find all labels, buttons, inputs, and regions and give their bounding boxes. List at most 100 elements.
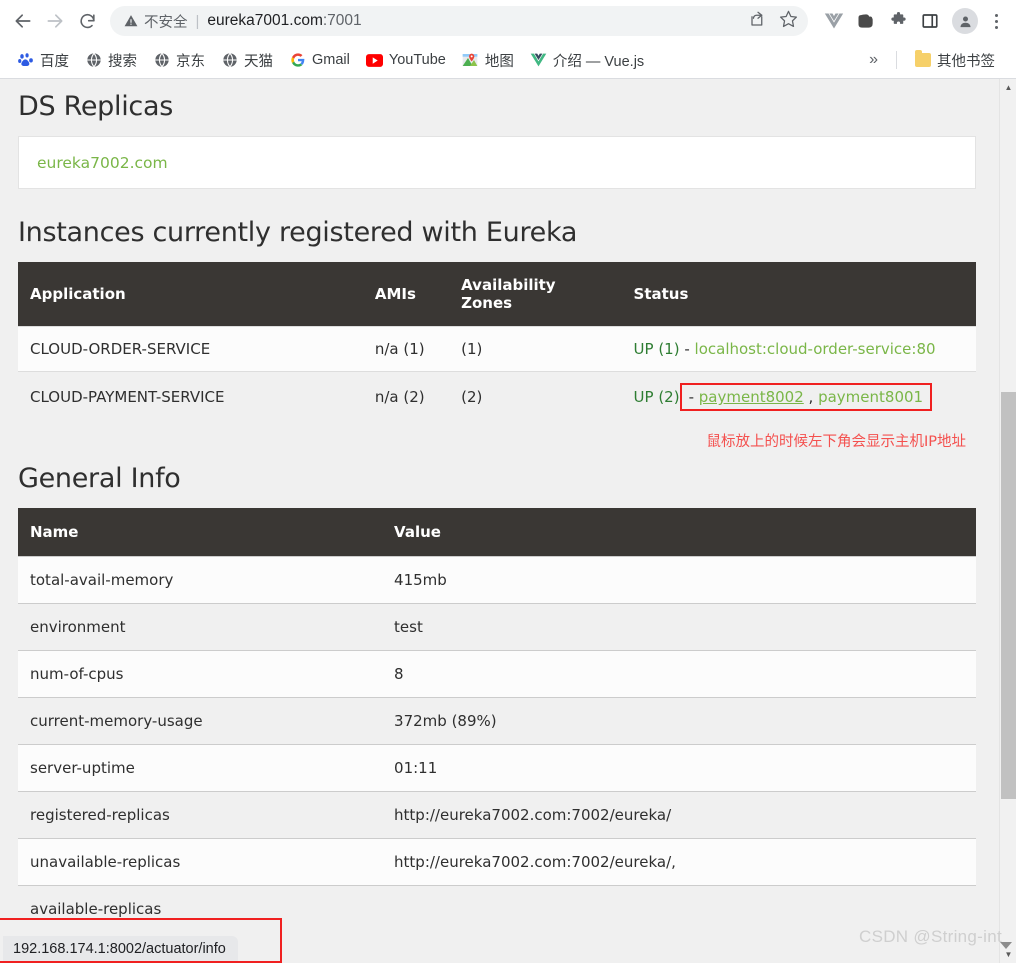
general-info-table: Name Value total-avail-memory 415mb envi… [18, 508, 976, 932]
table-row: environment test [18, 603, 976, 651]
reload-button[interactable] [72, 6, 102, 36]
bookmark-gmail[interactable]: Gmail [282, 48, 357, 73]
folder-icon [914, 50, 931, 69]
bookmark-label: Gmail [312, 52, 350, 68]
bookmark-jingdong[interactable]: 京东 [146, 46, 212, 75]
instance-link[interactable]: localhost:cloud-order-service:80 [695, 340, 936, 358]
status-up-count: UP (1) [633, 340, 680, 358]
globe-icon [153, 52, 170, 69]
scrollbar-thumb[interactable] [1001, 392, 1016, 799]
omnibox-actions [739, 9, 798, 33]
three-dots-menu-icon[interactable] [984, 7, 1008, 35]
table-row: registered-replicas http://eureka7002.co… [18, 791, 976, 839]
url-host: eureka7001.com [207, 12, 323, 29]
address-bar-url: eureka7001.com:7001 [207, 12, 361, 30]
bookmarks-bar: 百度 搜索 京东 天猫 Gmail YouTube 地图 介绍 — Vue.js… [0, 42, 1016, 78]
other-bookmarks-folder[interactable]: 其他书签 [907, 46, 1002, 75]
gmail-icon [289, 52, 306, 69]
puzzle-extensions-icon[interactable] [884, 7, 912, 35]
watermark-caret-icon [1000, 942, 1012, 949]
bookmark-label: YouTube [388, 52, 446, 68]
general-info-body: total-avail-memory 415mb environment tes… [18, 556, 976, 932]
bookmark-label: 介绍 — Vue.js [552, 53, 645, 70]
registered-instances-table: Application AMIs Availability Zones Stat… [18, 262, 976, 422]
back-button[interactable] [8, 6, 38, 36]
other-bookmarks-label: 其他书签 [937, 53, 995, 70]
info-name: environment [18, 603, 383, 651]
info-value: 8 [382, 650, 976, 698]
ds-replica-link[interactable]: eureka7002.com [37, 154, 168, 172]
instances-table-head: Application AMIs Availability Zones Stat… [18, 262, 976, 327]
bookmarks-divider [896, 51, 897, 69]
eureka-dashboard: DS Replicas eureka7002.com Instances cur… [0, 79, 994, 932]
bookmark-label: 地图 [484, 53, 514, 70]
star-icon[interactable] [779, 9, 798, 33]
bookmarks-overflow-button[interactable]: » [861, 51, 886, 69]
instance-amis: n/a (1) [362, 326, 450, 372]
instances-heading: Instances currently registered with Eure… [18, 217, 578, 248]
profile-avatar-icon[interactable] [952, 8, 978, 34]
info-value: http://eureka7002.com:7002/eureka/, [382, 838, 976, 886]
instance-amis: n/a (2) [362, 371, 450, 422]
instance-zones: (1) [449, 326, 622, 372]
table-row: current-memory-usage 372mb (89%) [18, 697, 976, 745]
annotation-text: 鼠标放上的时候左下角会显示主机IP地址 [706, 434, 966, 450]
bookmark-maps[interactable]: 地图 [455, 46, 521, 75]
status-dash: - [688, 388, 699, 406]
bookmark-label: 百度 [40, 53, 69, 70]
table-row: unavailable-replicas http://eureka7002.c… [18, 838, 976, 886]
info-name: available-replicas [18, 885, 383, 932]
info-name: total-avail-memory [18, 556, 383, 604]
info-name: current-memory-usage [18, 697, 383, 745]
instance-status: UP (2) - payment8002 , payment8001 [621, 371, 976, 422]
instances-header-row: Application AMIs Availability Zones Stat… [18, 262, 976, 327]
scroll-up-arrow-icon[interactable]: ▲ [1000, 79, 1016, 96]
browser-toolbar: 不安全 | eureka7001.com:7001 [0, 0, 1016, 42]
status-up-count: UP (2) [633, 388, 680, 406]
omnibox-divider: | [195, 12, 200, 30]
arrow-left-icon [15, 14, 31, 28]
globe-icon [85, 52, 102, 69]
info-value: http://eureka7002.com:7002/eureka/ [382, 791, 976, 839]
address-bar[interactable]: 不安全 | eureka7001.com:7001 [110, 6, 808, 36]
instance-zones: (2) [449, 371, 622, 422]
vue-devtools-icon[interactable] [820, 7, 848, 35]
instance-application: CLOUD-PAYMENT-SERVICE [18, 371, 363, 422]
info-value: 372mb (89%) [382, 697, 976, 745]
arrow-right-icon [47, 14, 63, 28]
bookmark-label: 搜索 [108, 53, 137, 70]
table-row: CLOUD-PAYMENT-SERVICE n/a (2) (2) UP (2)… [18, 371, 976, 422]
bookmark-vuejs[interactable]: 介绍 — Vue.js [523, 46, 651, 75]
bookmark-tianmao[interactable]: 天猫 [214, 46, 280, 75]
bookmark-baidu[interactable]: 百度 [10, 46, 76, 75]
bookmark-label: 天猫 [244, 53, 273, 70]
col-application: Application [18, 262, 363, 327]
info-name: registered-replicas [18, 791, 383, 839]
bookmark-sousuo[interactable]: 搜索 [78, 46, 144, 75]
info-name: unavailable-replicas [18, 838, 383, 886]
status-bar-url: 192.168.174.1:8002/actuator/info [3, 936, 238, 963]
ds-replicas-heading: DS Replicas [18, 91, 173, 122]
highlight-annotation-box: - payment8002 , payment8001 [679, 383, 933, 411]
info-name: server-uptime [18, 744, 383, 792]
sidepanel-icon[interactable] [916, 7, 944, 35]
evernote-icon[interactable] [852, 7, 880, 35]
security-label: 不安全 [144, 14, 188, 31]
status-dash: - [679, 340, 695, 358]
url-port: :7001 [322, 12, 362, 29]
page-viewport: DS Replicas eureka7002.com Instances cur… [0, 79, 1016, 963]
instance-application: CLOUD-ORDER-SERVICE [18, 326, 363, 372]
general-info-header-row: Name Value [18, 508, 976, 557]
info-name: num-of-cpus [18, 650, 383, 698]
instance-link-payment8002[interactable]: payment8002 [699, 388, 804, 406]
table-row: total-avail-memory 415mb [18, 556, 976, 604]
share-icon[interactable] [749, 10, 767, 33]
info-value: 01:11 [382, 744, 976, 792]
baidu-icon [17, 52, 34, 69]
page-scrollbar[interactable]: ▲ ▼ [999, 79, 1016, 963]
col-amis: AMIs [362, 262, 450, 327]
bookmark-youtube[interactable]: YouTube [359, 48, 453, 73]
forward-button[interactable] [40, 6, 70, 36]
instance-link-payment8001[interactable]: payment8001 [818, 388, 923, 406]
table-row: available-replicas [18, 885, 976, 932]
